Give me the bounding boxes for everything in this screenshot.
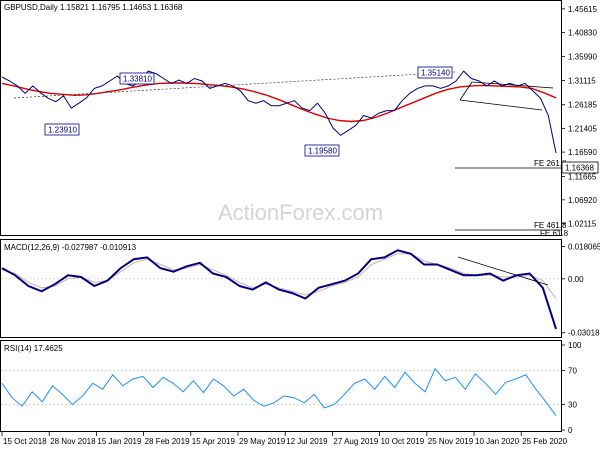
price-tick-label: 1.35990 — [568, 52, 597, 61]
high-label-2-text: 1.35140 — [421, 69, 450, 78]
price-tick-label: 1.40830 — [568, 28, 597, 37]
high-label-1: 1.33810 — [119, 72, 155, 85]
price-tick-label: 1.06920 — [568, 196, 597, 205]
price-header: GBPUSD,Daily 1.15821 1.16795 1.14653 1.1… — [4, 3, 183, 12]
x-tick-label: 15 Oct 2018 — [3, 437, 47, 446]
macd-tick-label: 0.00 — [568, 275, 584, 284]
x-tick-label: 29 May 2019 — [239, 437, 286, 446]
x-tick-label: 15 Apr 2019 — [192, 437, 236, 446]
macd-tick-label: 0.018065 — [568, 243, 600, 252]
price-tick-label: 1.21405 — [568, 124, 597, 133]
chart-figure: ActionForex.com GBPUSD,Daily 1.15821 1.1… — [0, 0, 600, 450]
rsi-panel-frame — [0, 340, 562, 432]
price-tick-label: 1.45615 — [568, 5, 597, 14]
high-label-1-text: 1.33810 — [123, 75, 152, 84]
last-price-text: 1.16368 — [565, 164, 594, 173]
x-tick-label: 10 Jan 2020 — [475, 437, 520, 446]
rsi-header: RSI(14) 17.4625 — [4, 344, 63, 353]
rsi-tick-label: 30 — [568, 401, 577, 410]
low-label-2-text: 1.19580 — [308, 147, 337, 156]
low-label-2: 1.19580 — [304, 144, 340, 157]
macd-header: MACD(12,26,9) -0.027987 -0.010913 — [4, 243, 137, 252]
x-tick-label: 25 Nov 2019 — [428, 437, 474, 446]
x-axis-ticks: 15 Oct 2018 28 Nov 2018 15 Jan 2019 28 Feb … — [1, 432, 568, 446]
low-label-1: 1.23910 — [44, 123, 80, 136]
price-tick-label: 1.11665 — [568, 172, 597, 181]
x-tick-label: 28 Nov 2018 — [50, 437, 96, 446]
x-tick-label: 10 Oct 2019 — [381, 437, 425, 446]
price-tick-label: 1.26185 — [568, 101, 597, 110]
price-tick-label: 1.02115 — [568, 220, 597, 229]
x-tick-label: 15 Jan 2019 — [97, 437, 142, 446]
rsi-tick-label: 100 — [568, 341, 582, 350]
price-y-ticks: 1.45615 1.40830 1.35990 1.31115 1.26185 1.214… — [561, 5, 597, 229]
watermark: ActionForex.com — [218, 200, 383, 225]
rsi-tick-label: 70 — [568, 367, 577, 376]
x-tick-label: 25 Feb 2020 — [522, 437, 567, 446]
x-tick-label: 12 Jul 2019 — [286, 437, 328, 446]
high-label-2: 1.35140 — [417, 66, 453, 79]
last-price-marker: 1.16368 — [561, 161, 599, 174]
chart-svg: ActionForex.com GBPUSD,Daily 1.15821 1.1… — [0, 0, 600, 446]
price-tick-label: 1.16590 — [568, 148, 597, 157]
x-tick-label: 27 Aug 2019 — [333, 437, 378, 446]
x-tick-label: 28 Feb 2019 — [145, 437, 190, 446]
price-tick-label: 1.31115 — [568, 76, 596, 85]
rsi-tick-label: 0 — [568, 426, 573, 435]
low-label-1-text: 1.23910 — [48, 126, 77, 135]
macd-tick-label: -0.03018 — [568, 329, 600, 338]
fe-61-label: FE 61.8 — [540, 229, 569, 238]
